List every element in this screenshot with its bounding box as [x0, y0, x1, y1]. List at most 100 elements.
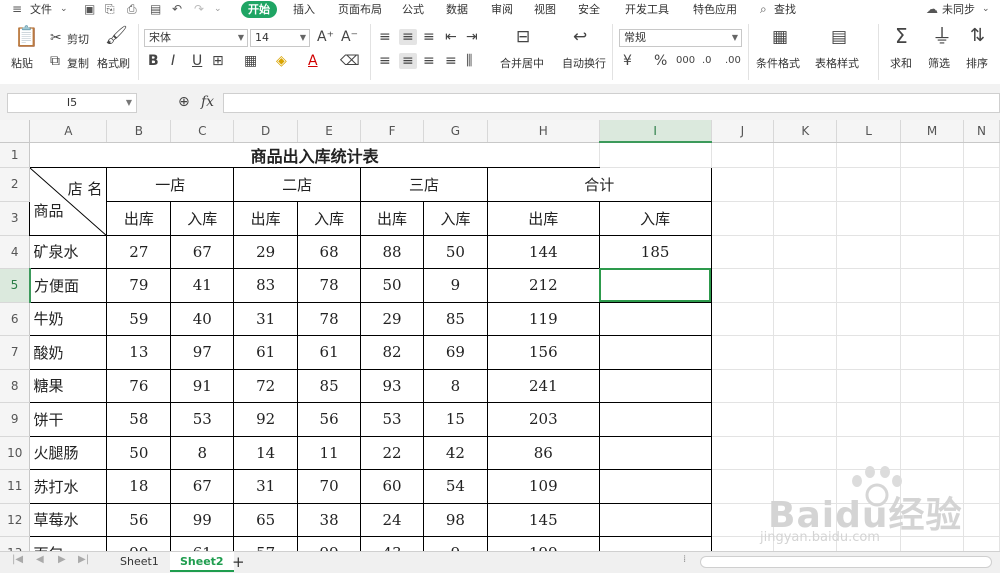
value-cell[interactable]: 54: [422, 468, 488, 504]
cell-empty[interactable]: [900, 166, 964, 202]
column-header-g[interactable]: G: [423, 120, 488, 143]
value-cell[interactable]: 59: [106, 301, 172, 336]
fill-border-icon[interactable]: ▦: [244, 53, 257, 69]
hamburger-menu-icon[interactable]: ≡: [12, 1, 22, 17]
row-header-2[interactable]: 2: [0, 167, 31, 202]
cell-empty[interactable]: [836, 502, 902, 537]
cell-empty[interactable]: [836, 468, 902, 504]
in-header[interactable]: 入库: [598, 200, 712, 236]
cell-empty[interactable]: [710, 401, 775, 437]
value-cell[interactable]: 83: [233, 267, 299, 303]
chevron-down-icon[interactable]: ⌄: [60, 1, 68, 17]
row-header-6[interactable]: 6: [0, 302, 31, 336]
value-cell[interactable]: 99: [297, 535, 362, 551]
value-cell[interactable]: 91: [170, 368, 235, 403]
value-cell[interactable]: 40: [170, 301, 235, 336]
value-cell[interactable]: 72: [233, 368, 299, 403]
value-cell[interactable]: 61: [297, 334, 362, 370]
align-right-icon[interactable]: ≡: [423, 53, 435, 69]
tab-formulas[interactable]: 公式: [402, 1, 424, 18]
formula-input[interactable]: [223, 93, 1000, 113]
cell-empty[interactable]: [598, 141, 712, 168]
value-cell[interactable]: 92: [233, 401, 299, 437]
italic-icon[interactable]: I: [171, 53, 175, 69]
store-header[interactable]: 合计: [486, 166, 712, 202]
value-cell[interactable]: 56: [297, 401, 362, 437]
cell-empty[interactable]: [836, 234, 902, 269]
row-header-5[interactable]: 5: [0, 268, 31, 303]
prev-sheet-icon[interactable]: ◀: [36, 554, 44, 565]
row-header-11[interactable]: 11: [0, 469, 31, 504]
in-header[interactable]: 入库: [297, 200, 362, 236]
cell-empty[interactable]: [900, 301, 964, 336]
column-header-d[interactable]: D: [233, 120, 299, 143]
sheet-tab-1[interactable]: Sheet1: [110, 552, 169, 572]
cell-empty[interactable]: [900, 468, 964, 504]
value-cell[interactable]: 65: [233, 502, 299, 537]
scroll-grip-icon[interactable]: ⁞: [683, 554, 686, 565]
value-cell[interactable]: 79: [106, 267, 172, 303]
table-style-icon[interactable]: ▤: [831, 29, 847, 46]
value-cell[interactable]: [598, 468, 712, 504]
value-cell[interactable]: 156: [486, 334, 600, 370]
tab-data[interactable]: 数据: [446, 1, 468, 18]
value-cell[interactable]: 13: [106, 334, 172, 370]
sheet-title[interactable]: 商品出入库统计表: [29, 141, 600, 168]
increase-indent-icon[interactable]: ⇥: [466, 29, 478, 45]
cell-empty[interactable]: [710, 267, 775, 303]
table-style-button[interactable]: 表格样式: [815, 55, 859, 71]
value-cell[interactable]: 60: [360, 468, 424, 504]
value-cell[interactable]: 22: [360, 435, 424, 470]
column-header-k[interactable]: K: [773, 120, 838, 143]
product-name-cell[interactable]: 苏打水: [29, 468, 108, 504]
cell-empty[interactable]: [900, 334, 964, 370]
tab-home[interactable]: 开始: [241, 1, 277, 18]
value-cell[interactable]: 50: [360, 267, 424, 303]
scissors-icon[interactable]: ✂: [50, 30, 62, 46]
cell-empty[interactable]: [962, 435, 1000, 470]
cell-empty[interactable]: [900, 368, 964, 403]
format-painter-icon[interactable]: 🖌: [105, 27, 128, 45]
bold-icon[interactable]: B: [148, 53, 159, 69]
value-cell[interactable]: 67: [170, 468, 235, 504]
diagonal-header-cell[interactable]: 店 名商品: [29, 166, 108, 236]
in-header[interactable]: 入库: [422, 200, 488, 236]
cell-empty[interactable]: [900, 234, 964, 269]
cell-empty[interactable]: [900, 435, 964, 470]
next-sheet-icon[interactable]: ▶: [58, 554, 66, 565]
value-cell[interactable]: [598, 435, 712, 470]
select-all-corner[interactable]: [0, 120, 31, 143]
cell-empty[interactable]: [962, 334, 1000, 370]
row-header-13[interactable]: 13: [0, 536, 31, 551]
value-cell[interactable]: [598, 301, 712, 336]
cell-empty[interactable]: [710, 368, 775, 403]
cell-empty[interactable]: [900, 502, 964, 537]
column-header-i[interactable]: I: [599, 120, 712, 143]
column-header-n[interactable]: N: [963, 120, 1000, 143]
font-size-select[interactable]: 14 ▼: [250, 29, 310, 47]
value-cell[interactable]: 82: [360, 334, 424, 370]
cell-empty[interactable]: [773, 502, 838, 537]
value-cell[interactable]: 85: [297, 368, 362, 403]
value-cell[interactable]: 8: [422, 368, 488, 403]
name-box[interactable]: I5 ▼: [7, 93, 137, 113]
copy-icon[interactable]: ⧉: [50, 53, 60, 69]
value-cell[interactable]: 70: [297, 468, 362, 504]
save-icon[interactable]: ▣: [84, 1, 95, 17]
font-name-select[interactable]: 宋体 ▼: [144, 29, 248, 47]
chevron-down-icon[interactable]: ⌄: [214, 1, 222, 17]
cell-empty[interactable]: [962, 502, 1000, 537]
tab-insert[interactable]: 插入: [293, 1, 315, 18]
value-cell[interactable]: 203: [486, 401, 600, 437]
cell-empty[interactable]: [710, 535, 775, 551]
sync-status[interactable]: 未同步: [942, 1, 975, 18]
cell-empty[interactable]: [962, 200, 1000, 236]
first-sheet-icon[interactable]: |◀: [12, 554, 23, 565]
cell-empty[interactable]: [773, 334, 838, 370]
value-cell[interactable]: 76: [106, 368, 172, 403]
increase-decimal-icon[interactable]: .0: [702, 53, 712, 69]
value-cell[interactable]: 61: [170, 535, 235, 551]
cell-empty[interactable]: [836, 141, 902, 168]
wrap-text-button[interactable]: 自动换行: [562, 55, 606, 71]
decrease-decimal-icon[interactable]: .00: [725, 53, 741, 69]
